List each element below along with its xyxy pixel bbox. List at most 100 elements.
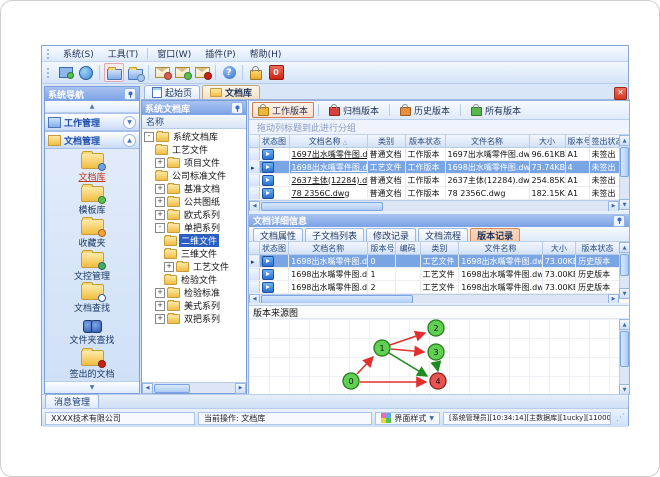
pin-icon[interactable] — [231, 102, 243, 114]
version-node-0[interactable]: 0 — [342, 372, 360, 390]
tree-column-header[interactable]: 名称 — [142, 115, 246, 129]
tree-node[interactable]: + 基准文档 — [142, 182, 246, 195]
sidebar-item-doclib[interactable]: 文档库 — [45, 151, 139, 185]
table-row-selected[interactable]: 1698出水嘴零件图.dwg0 工艺文件 1698出水嘴零件图.dwg73.00… — [249, 254, 619, 268]
column-header[interactable]: 编码 — [395, 242, 421, 255]
tree-node[interactable]: + 项目文件 — [142, 156, 246, 169]
resize-grip[interactable]: ⋰ — [616, 413, 625, 423]
scroll-left-icon[interactable]: ◀ — [142, 382, 153, 394]
expand-icon[interactable]: + — [155, 157, 165, 168]
pin-icon[interactable] — [613, 214, 625, 227]
tree-horizontal-scrollbar[interactable]: ◀ ▶ — [142, 382, 246, 394]
menu-plugins[interactable]: 插件(P) — [198, 46, 242, 61]
tree-node[interactable]: 检验文件 — [142, 273, 246, 286]
expand-icon[interactable]: + — [155, 209, 165, 220]
version-node-3[interactable]: 3 — [427, 343, 445, 361]
scroll-down-icon[interactable]: ▼ — [619, 288, 630, 299]
column-header[interactable]: 版本状态 — [575, 242, 619, 255]
column-header[interactable]: 版本状态 — [405, 135, 446, 148]
menu-tools[interactable]: 工具(T) — [101, 46, 146, 61]
doc-name-link[interactable]: 2637主体(12284).dwg — [289, 173, 368, 187]
tree-node[interactable]: - 单把系列 — [142, 221, 246, 234]
pin-icon[interactable] — [124, 88, 136, 100]
tree-node[interactable]: + 工艺文件 — [142, 260, 246, 273]
work-version-button[interactable]: 工作版本 — [252, 102, 315, 118]
table-row[interactable]: 1697出水嘴零件图.dwg 普通文档工作版本 1697出水嘴零件图.dwg96… — [249, 147, 619, 161]
scroll-right-icon[interactable]: ▶ — [608, 293, 619, 303]
globe-icon[interactable] — [77, 64, 95, 81]
expand-icon[interactable]: + — [164, 261, 174, 272]
column-header[interactable]: 状态图 — [259, 135, 290, 148]
column-header[interactable]: 文件名称 — [458, 242, 543, 255]
table-row[interactable]: 2637主体(12284).dwg 普通文档工作版本 2637主体(12284)… — [249, 173, 619, 187]
scrollbar-thumb[interactable] — [620, 331, 629, 367]
version-node-4[interactable]: 4 — [429, 372, 447, 390]
mail-send-icon[interactable] — [173, 64, 192, 81]
column-header[interactable]: 版本号 — [367, 242, 396, 255]
expand-icon[interactable]: + — [155, 287, 165, 298]
tab-startpage[interactable]: 起始页 — [144, 85, 201, 99]
sidebar-item-doccontrol[interactable]: 文控管理 — [45, 249, 139, 283]
menu-system[interactable]: 系统(S) — [56, 46, 101, 61]
scroll-up-icon[interactable]: ▲ — [619, 135, 630, 146]
grid-horizontal-scrollbar[interactable]: ◀ ▶ — [249, 200, 619, 211]
column-header[interactable]: 文件名称 — [445, 135, 530, 148]
tree-node[interactable]: + 美式系列 — [142, 299, 246, 312]
message-tab[interactable]: 消息管理 — [45, 394, 100, 408]
table-row-selected[interactable]: 1698出水嘴零件图.dwg 工艺文件工作版本 1698出水嘴零件图.dwg73… — [249, 160, 619, 174]
help-icon[interactable]: ? — [220, 64, 238, 81]
lock-icon[interactable] — [247, 64, 265, 81]
history-version-button[interactable]: 历史版本 — [394, 102, 456, 118]
mail-icon[interactable] — [153, 64, 172, 81]
tree-node[interactable]: 三维文件 — [142, 247, 246, 260]
folder-grid-icon[interactable] — [126, 64, 145, 82]
grid-horizontal-scrollbar[interactable]: ◀ ▶ — [249, 293, 619, 303]
collapse-icon[interactable]: - — [144, 131, 154, 142]
sidebar-item-template[interactable]: 模板库 — [45, 184, 139, 218]
column-header[interactable]: 类别 — [420, 242, 460, 255]
tree-node-selected[interactable]: 二维文件 — [142, 234, 246, 247]
sidebar-item-docsearch[interactable]: 文档查找 — [45, 282, 139, 316]
grid-vertical-scrollbar[interactable]: ▲ ▼ — [619, 242, 630, 299]
tree-node[interactable]: - 系统文档库 — [142, 130, 246, 143]
tree-node[interactable]: + 检验标准 — [142, 286, 246, 299]
scroll-down-icon[interactable]: ▼ — [619, 199, 630, 210]
tree-node[interactable]: + 欧式系列 — [142, 208, 246, 221]
menu-window[interactable]: 窗口(W) — [150, 46, 198, 61]
column-header[interactable]: 签出状态 — [589, 135, 619, 148]
group-by-bar[interactable]: 拖动列标题到此进行分组 — [249, 120, 629, 135]
scrollbar-thumb[interactable] — [261, 201, 383, 211]
expand-icon[interactable]: + — [155, 313, 165, 324]
expand-icon[interactable]: + — [155, 196, 165, 207]
table-row[interactable]: 78 2356C.dwg 普通文档 工作版本 78 2356C.dwg 182.15… — [249, 186, 619, 200]
expand-icon[interactable]: + — [155, 300, 165, 311]
folder-open-icon[interactable] — [104, 63, 124, 82]
tab-modify-record[interactable]: 修改记录 — [366, 228, 417, 242]
tree-node[interactable]: + 公共图纸 — [142, 195, 246, 208]
scroll-left-icon[interactable]: ◀ — [249, 200, 260, 211]
version-node-2[interactable]: 2 — [427, 319, 445, 337]
column-header[interactable]: 大小 — [529, 135, 566, 148]
column-header[interactable]: 类别 — [367, 135, 406, 148]
mail-error-icon[interactable] — [193, 64, 212, 81]
graph-vertical-scrollbar[interactable]: ▲ ▼ — [619, 319, 630, 395]
tab-subdoc-list[interactable]: 子文档列表 — [305, 228, 365, 242]
scroll-up-icon[interactable]: ▲ — [619, 319, 630, 330]
toolbar-grip[interactable] — [47, 67, 52, 78]
scroll-left-icon[interactable]: ◀ — [249, 293, 260, 303]
tree-node[interactable]: 公司标准文件 — [142, 169, 246, 182]
exit-icon[interactable]: 0 — [267, 64, 285, 81]
archive-version-button[interactable]: 归档版本 — [323, 102, 385, 118]
column-header[interactable]: 状态图 — [259, 242, 290, 255]
remote-desktop-icon[interactable] — [57, 64, 75, 81]
chevron-down-icon[interactable]: ▼ — [123, 115, 136, 129]
scroll-up-icon[interactable]: ▲ — [619, 242, 630, 253]
doc-name-link[interactable]: 1697出水嘴零件图.dwg — [289, 147, 368, 161]
all-version-button[interactable]: 所有版本 — [465, 102, 527, 118]
version-node-1[interactable]: 1 — [373, 339, 391, 357]
sidebar-item-favorites[interactable]: 收藏夹 — [45, 216, 139, 250]
scroll-right-icon[interactable]: ▶ — [608, 200, 619, 211]
scrollbar-thumb[interactable] — [620, 254, 629, 276]
sidebar-scroll-up[interactable]: ▲ — [45, 101, 139, 113]
sidebar-group-document[interactable]: 文档管理 ▲ — [45, 131, 139, 149]
